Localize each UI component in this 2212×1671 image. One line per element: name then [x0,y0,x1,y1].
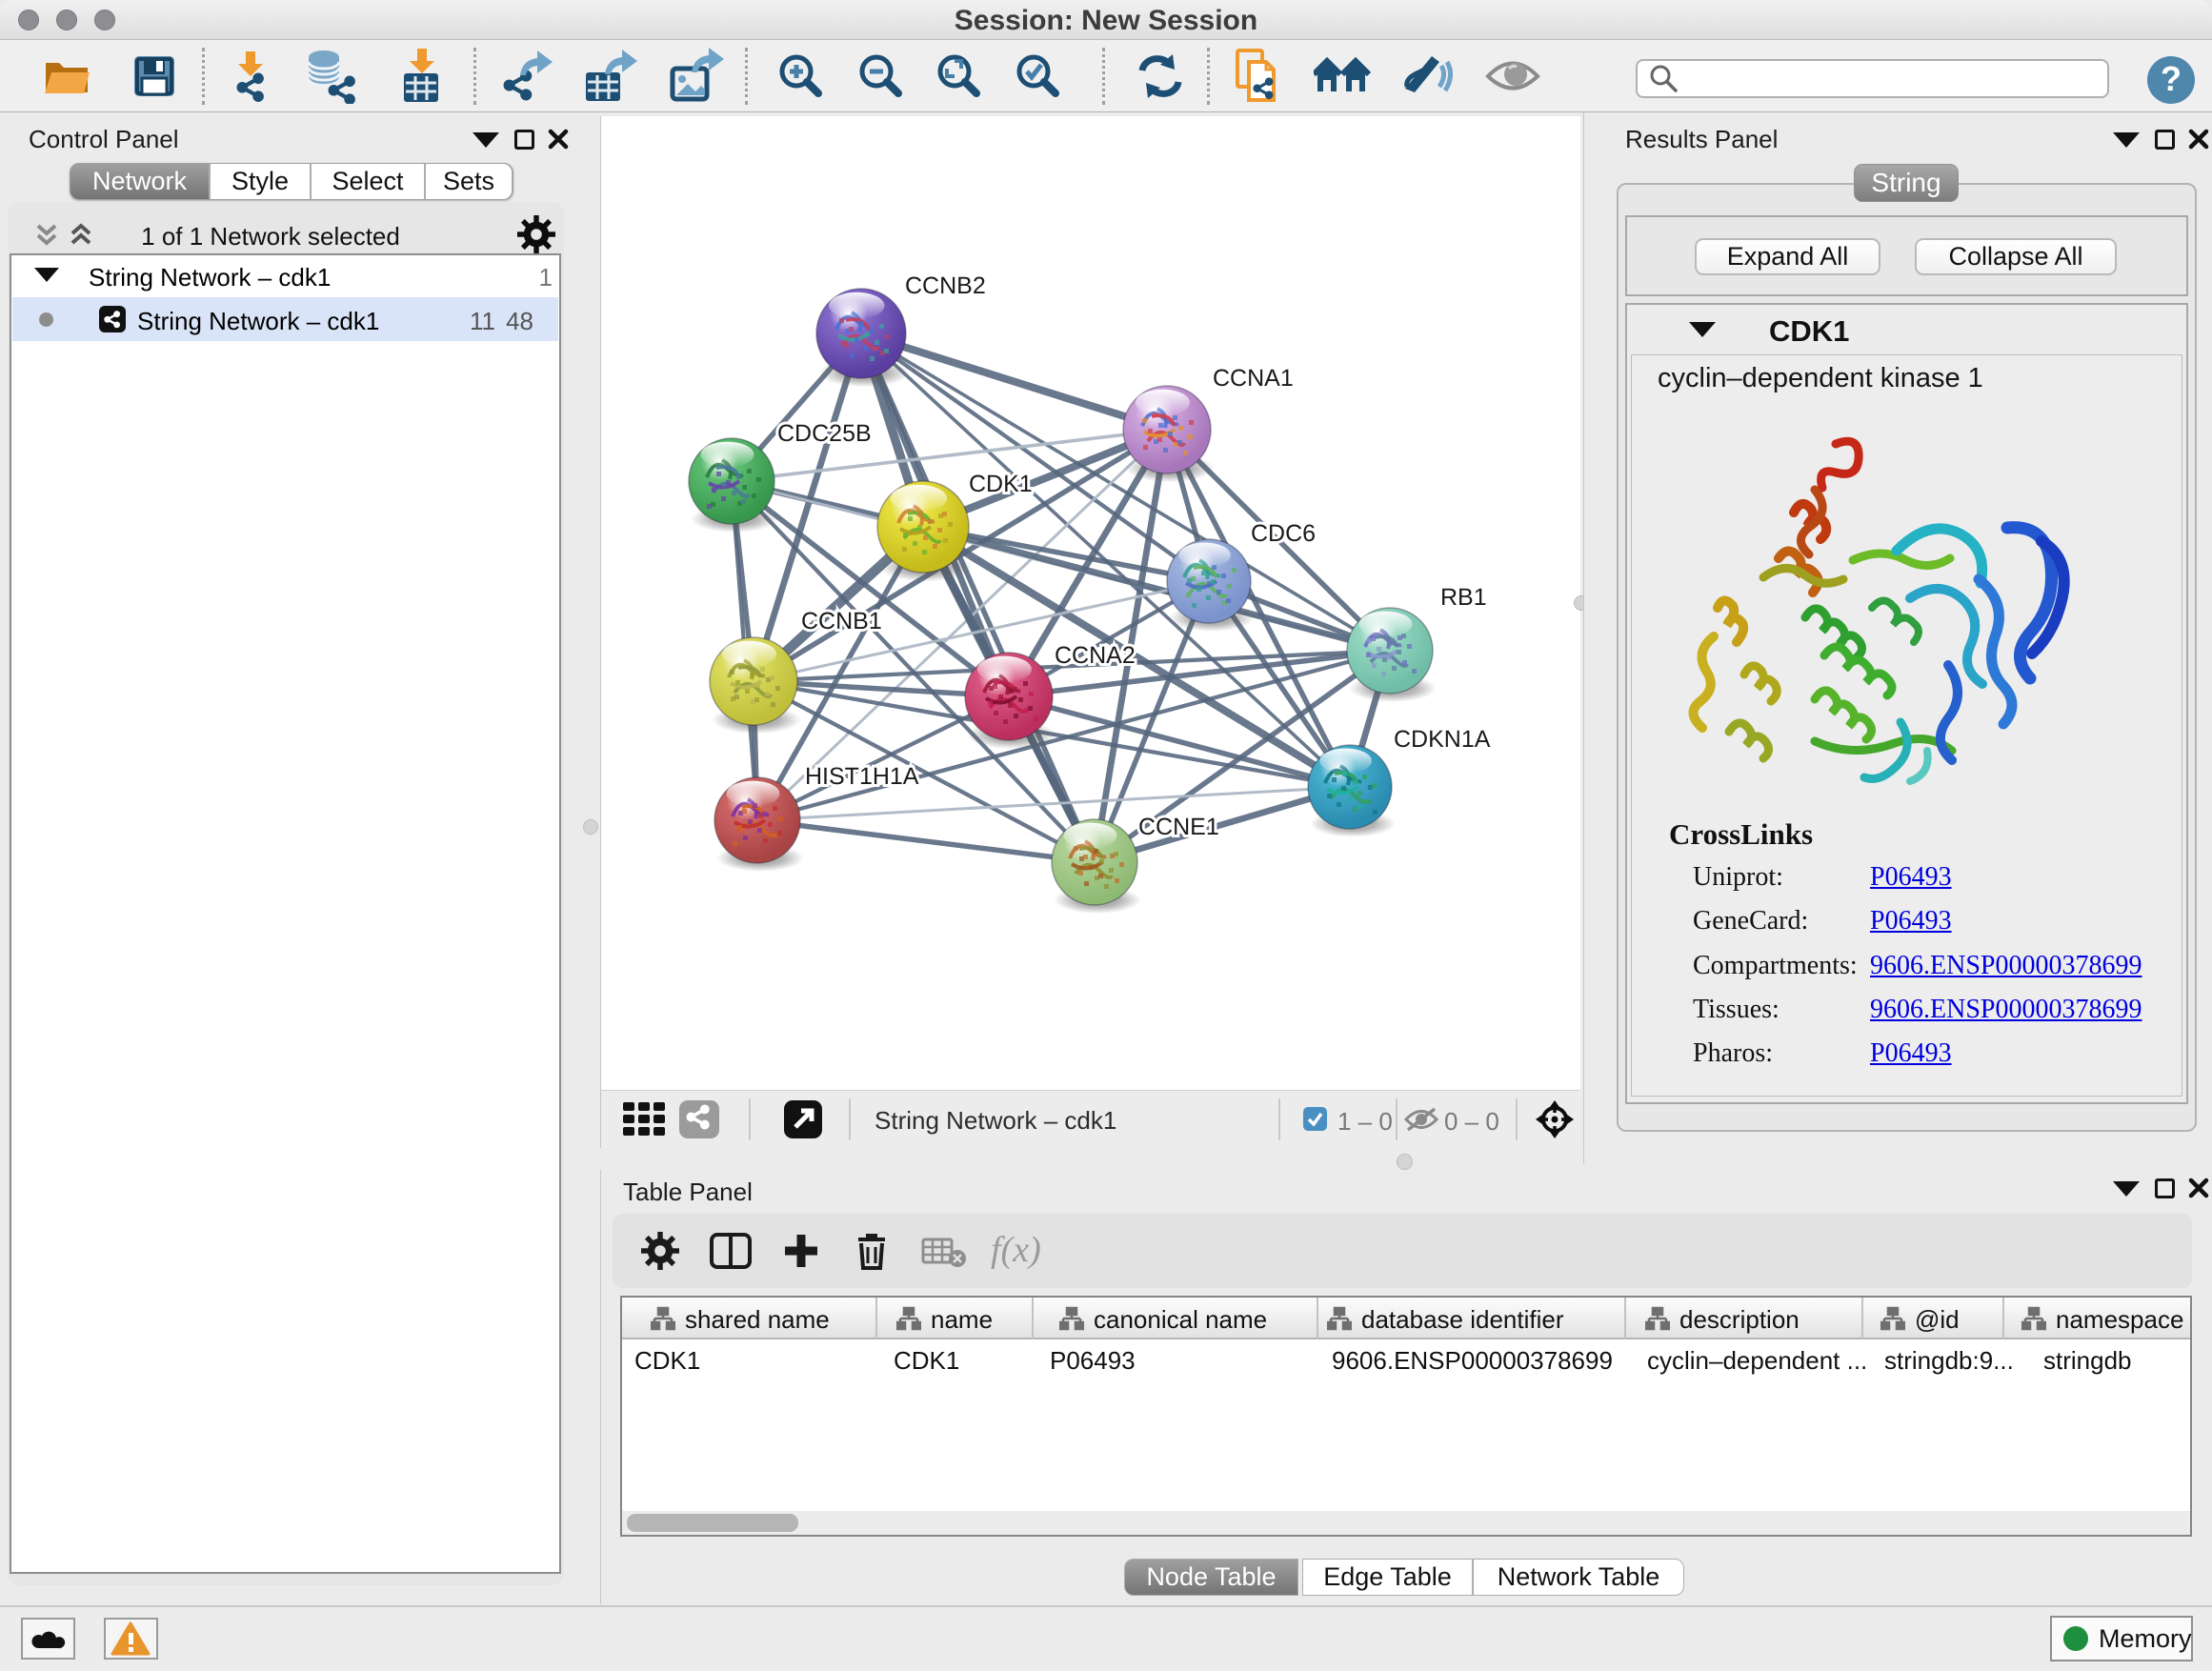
svg-text:CCNA2: CCNA2 [1055,642,1136,669]
svg-text:CCNE1: CCNE1 [1138,814,1219,840]
svg-text:CCNB2: CCNB2 [905,272,986,299]
svg-text:CCNA1: CCNA1 [1213,365,1294,392]
svg-text:HIST1H1A: HIST1H1A [805,763,919,790]
svg-text:CDC25B: CDC25B [777,420,872,447]
svg-text:CDK1: CDK1 [969,471,1033,497]
svg-text:CDKN1A: CDKN1A [1394,726,1491,753]
svg-text:RB1: RB1 [1440,584,1487,611]
svg-text:CDC6: CDC6 [1251,520,1316,547]
svg-text:CCNB1: CCNB1 [801,608,882,634]
